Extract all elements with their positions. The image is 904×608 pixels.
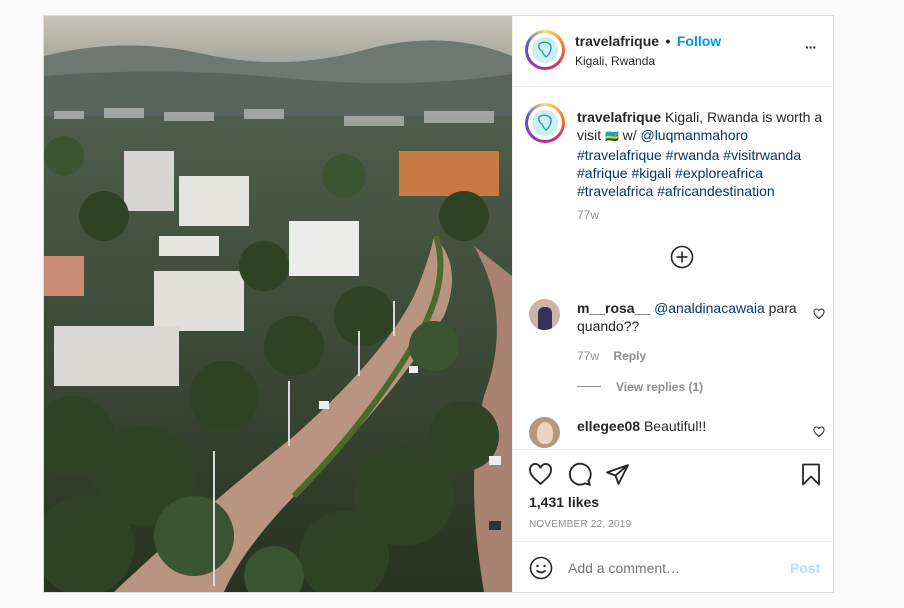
comment-username[interactable]: ellegee08 bbox=[577, 418, 640, 434]
likes-count[interactable]: 1,431 likes bbox=[529, 494, 599, 510]
separator-dot: • bbox=[665, 33, 671, 49]
comment-text: m__rosa__ @analdinacawaia para quando?? bbox=[577, 299, 807, 335]
caption-hashtags-2[interactable]: #afrique #kigali #exploreafrica bbox=[577, 165, 763, 181]
rwanda-flag-icon: 🇷🇼 bbox=[605, 131, 619, 143]
caption-avatar[interactable] bbox=[525, 103, 565, 143]
replies-divider bbox=[577, 386, 601, 387]
caption-text: travelafrique Kigali, Rwanda is worth a … bbox=[577, 108, 827, 200]
reply-button[interactable]: Reply bbox=[613, 349, 646, 363]
comment-mention[interactable]: @analdinacawaia bbox=[654, 300, 765, 316]
comment-body: Beautiful!! bbox=[640, 418, 707, 434]
heart-icon[interactable] bbox=[528, 462, 553, 487]
caption-time[interactable]: 77w bbox=[577, 208, 599, 222]
comment-username[interactable]: m__rosa__ bbox=[577, 300, 650, 316]
caption-mention[interactable]: @luqmanmahoro bbox=[640, 127, 748, 143]
caption-body-2: w/ bbox=[618, 127, 641, 143]
view-replies-button[interactable]: View replies (1) bbox=[616, 380, 703, 394]
post-card: travelafrique • Follow Kigali, Rwanda ··… bbox=[43, 15, 835, 593]
comment-icon[interactable] bbox=[567, 462, 592, 487]
caption-hashtags-3[interactable]: #travelafrica #africandestination bbox=[577, 183, 775, 199]
heart-icon[interactable] bbox=[813, 426, 825, 438]
emoji-icon[interactable] bbox=[529, 556, 553, 580]
comment-time[interactable]: 77w bbox=[577, 349, 599, 363]
header-title-row: travelafrique • Follow bbox=[575, 33, 721, 51]
share-icon[interactable] bbox=[605, 462, 630, 487]
kigali-cityscape-image bbox=[44, 16, 512, 592]
post-username[interactable]: travelafrique bbox=[575, 33, 659, 49]
post-actions: 1,431 likes NOVEMBER 22, 2019 bbox=[513, 449, 835, 542]
caption-username[interactable]: travelafrique bbox=[577, 109, 661, 125]
comment-input[interactable] bbox=[566, 557, 770, 579]
comment-text: ellegee08 Beautiful!! bbox=[577, 417, 807, 435]
post-side-panel: travelafrique • Follow Kigali, Rwanda ··… bbox=[512, 16, 835, 593]
plus-circle-icon[interactable] bbox=[670, 245, 694, 269]
post-photo[interactable] bbox=[44, 16, 512, 592]
post-button[interactable]: Post bbox=[790, 560, 820, 576]
post-location[interactable]: Kigali, Rwanda bbox=[575, 54, 655, 68]
avatar[interactable] bbox=[525, 30, 565, 70]
caption-hashtags-1[interactable]: #travelafrique #rwanda #visitrwanda bbox=[577, 147, 801, 163]
heart-icon[interactable] bbox=[813, 308, 825, 320]
africa-logo-icon bbox=[532, 37, 558, 63]
add-comment-bar: Post bbox=[513, 541, 835, 593]
comment-avatar[interactable] bbox=[529, 299, 560, 330]
post-date: NOVEMBER 22, 2019 bbox=[529, 519, 632, 530]
comment-meta: 77w Reply bbox=[577, 347, 646, 365]
comment-avatar[interactable] bbox=[529, 417, 560, 448]
post-header: travelafrique • Follow Kigali, Rwanda ··… bbox=[513, 16, 835, 87]
africa-logo-icon bbox=[532, 110, 558, 136]
bookmark-icon[interactable] bbox=[799, 462, 823, 487]
follow-button[interactable]: Follow bbox=[677, 33, 721, 49]
more-icon[interactable]: ··· bbox=[805, 39, 817, 55]
